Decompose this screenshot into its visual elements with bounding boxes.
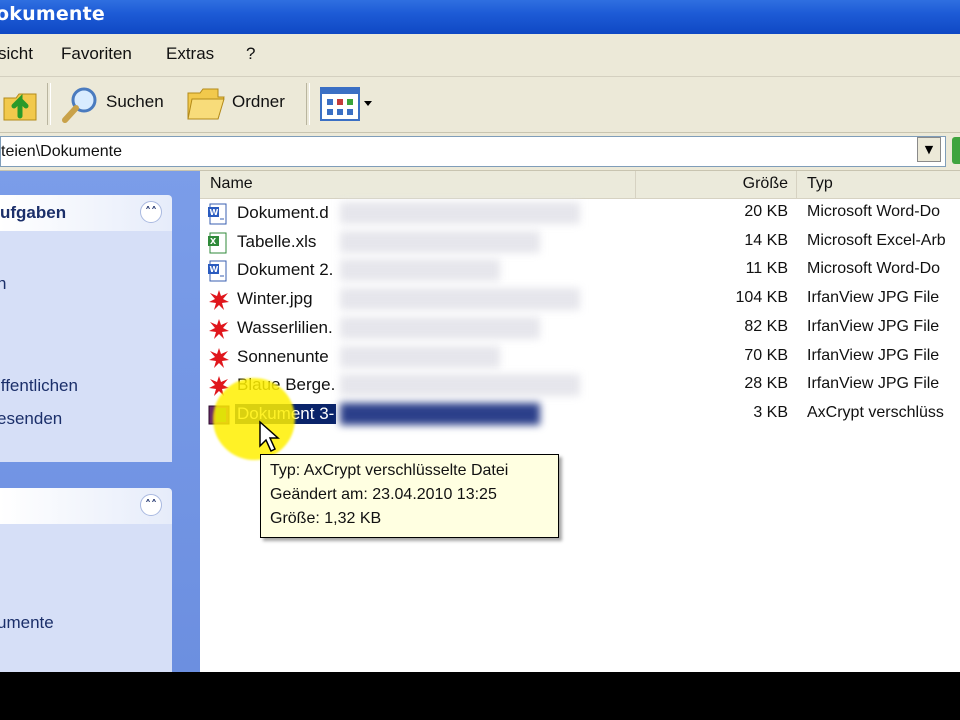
tasks-panel-title: ufgaben (0, 203, 67, 222)
redacted-filename-blur (340, 259, 500, 282)
redacted-filename-blur (340, 202, 580, 224)
collapse-chevron-icon[interactable]: ˄˄ (140, 201, 162, 223)
file-row[interactable]: W Dokument 2. 11 KB Microsoft Word-Do (200, 257, 960, 285)
tooltip-type: Typ: AxCrypt verschlüsselte Datei (270, 462, 509, 479)
title-bar[interactable]: okumente (0, 0, 960, 34)
tooltip-size: Größe: 1,32 KB (270, 510, 382, 527)
file-type: IrfanView JPG File (807, 289, 940, 307)
file-type: IrfanView JPG File (807, 375, 940, 393)
file-type: Microsoft Word-Do (807, 260, 941, 278)
folder-icon[interactable] (186, 85, 226, 127)
file-type: IrfanView JPG File (807, 346, 940, 364)
explorer-window: okumente sicht Favoriten Extras ? Suchen (0, 0, 960, 672)
column-header: Name Größe Typ (200, 171, 960, 199)
place-item-documents[interactable]: umente (0, 613, 54, 633)
redacted-filename-blur (340, 288, 580, 311)
file-type: IrfanView JPG File (807, 317, 940, 335)
go-button[interactable] (952, 137, 960, 164)
file-name[interactable]: Wasserlilien. (237, 318, 333, 338)
tasks-panel-header[interactable]: ufgaben ˄˄ (0, 195, 172, 231)
chevron-down-icon[interactable]: ▼ (917, 137, 941, 162)
menu-bar: sicht Favoriten Extras ? (0, 34, 960, 77)
file-info-tooltip: Typ: AxCrypt verschlüsselte Datei Geände… (260, 454, 559, 538)
toolbar-separator (306, 83, 310, 125)
toolbar-separator (47, 83, 51, 125)
file-row[interactable]: W Dokument.d 20 KB Microsoft Word-Do (200, 200, 960, 228)
collapse-chevron-icon[interactable]: ˄˄ (140, 494, 162, 516)
irfanview-icon (208, 318, 229, 339)
svg-text:W: W (210, 265, 219, 274)
file-size: 104 KB (735, 289, 788, 307)
file-size: 28 KB (744, 375, 788, 393)
excel-icon: X (208, 232, 227, 254)
word-doc-icon: W (208, 203, 227, 225)
file-row[interactable]: Sonnenunte 70 KB IrfanView JPG File (200, 344, 960, 372)
up-folder-icon[interactable] (2, 84, 38, 128)
svg-text:W: W (210, 208, 219, 217)
redacted-filename-blur (340, 374, 580, 397)
search-icon[interactable] (60, 83, 102, 129)
file-size: 3 KB (753, 403, 788, 421)
file-size: 70 KB (744, 346, 788, 364)
file-list: Name Größe Typ W Dokument.d 20 KB Microsoft… (200, 171, 960, 672)
toolbar: Suchen Ordner (0, 77, 960, 133)
menu-view[interactable]: sicht (0, 44, 33, 64)
redacted-filename-blur (340, 316, 540, 339)
menu-extras[interactable]: Extras (166, 44, 214, 64)
search-button[interactable]: Suchen (106, 92, 164, 112)
views-icon[interactable] (320, 87, 376, 125)
redacted-filename-blur (340, 230, 540, 253)
tooltip-modified: Geändert am: 23.04.2010 13:25 (270, 486, 497, 503)
address-field[interactable]: teien\Dokumente (0, 136, 946, 167)
places-panel-header[interactable]: ˄˄ (0, 488, 172, 524)
address-path: teien\Dokumente (1, 143, 122, 160)
file-type: Microsoft Word-Do (807, 203, 941, 220)
task-pane: ufgaben ˄˄ n iffentlichen esenden ˄˄ ume… (0, 171, 200, 672)
file-name[interactable]: Tabelle.xls (237, 232, 316, 252)
file-row[interactable]: X Tabelle.xls 14 KB Microsoft Excel-Arb (200, 229, 960, 257)
task-item-publish[interactable]: iffentlichen (0, 376, 78, 396)
file-size: 82 KB (744, 317, 788, 335)
irfanview-icon (208, 289, 229, 311)
svg-text:X: X (210, 237, 217, 246)
address-bar: teien\Dokumente ▼ (0, 133, 960, 171)
file-row[interactable]: Winter.jpg 104 KB IrfanView JPG File (200, 286, 960, 314)
task-item[interactable]: n (0, 274, 6, 294)
cursor-highlight (213, 378, 295, 460)
file-row[interactable]: Wasserlilien. 82 KB IrfanView JPG File (200, 315, 960, 343)
redacted-filename-blur (340, 402, 540, 425)
window-title: okumente (0, 3, 105, 25)
file-row[interactable]: Blaue Berge. 28 KB IrfanView JPG File (200, 372, 960, 400)
column-size[interactable]: Größe (636, 171, 797, 198)
word-doc-icon: W (208, 260, 227, 282)
file-size: 11 KB (745, 260, 788, 278)
tasks-panel-body: n iffentlichen esenden (0, 231, 172, 462)
irfanview-icon (208, 347, 229, 368)
file-name[interactable]: Winter.jpg (237, 289, 313, 309)
column-type[interactable]: Typ (797, 171, 960, 198)
menu-favorites[interactable]: Favoriten (61, 44, 132, 64)
mouse-pointer-icon (258, 420, 282, 458)
task-item-send[interactable]: esenden (0, 409, 62, 429)
column-name[interactable]: Name (200, 171, 636, 198)
folders-button[interactable]: Ordner (232, 92, 285, 112)
menu-help[interactable]: ? (246, 44, 255, 64)
file-name[interactable]: Dokument 2. (237, 260, 333, 280)
file-name[interactable]: Dokument.d (237, 203, 329, 223)
places-panel-body: umente (0, 524, 172, 672)
redacted-filename-blur (340, 345, 500, 368)
places-panel: ˄˄ umente (0, 488, 172, 672)
tasks-panel: ufgaben ˄˄ n iffentlichen esenden (0, 195, 172, 462)
file-size: 20 KB (744, 203, 788, 220)
file-type: AxCrypt verschlüss (807, 403, 944, 421)
file-size: 14 KB (744, 231, 788, 249)
file-row[interactable]: Dokument 3-3 KBAxCrypt verschlüss (200, 401, 960, 429)
file-name[interactable]: Sonnenunte (237, 347, 329, 367)
file-type: Microsoft Excel-Arb (807, 231, 946, 249)
